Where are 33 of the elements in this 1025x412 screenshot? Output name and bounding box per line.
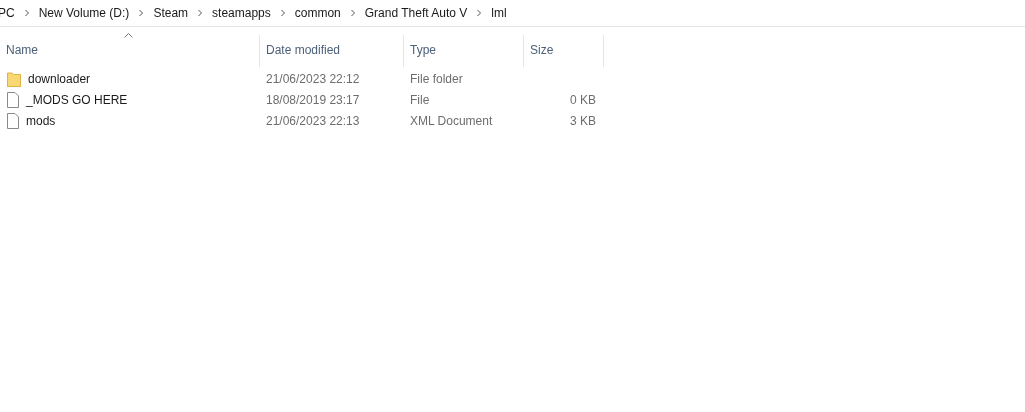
date-cell: 21/06/2023 22:12 [266,71,360,86]
breadcrumb-item[interactable]: steamapps [212,4,271,22]
column-header[interactable]: Type [404,35,524,67]
column-header[interactable]: Name [0,35,260,67]
file-name: downloader [28,70,91,88]
chevron-icon [349,9,356,17]
type-cell: File [410,92,430,107]
type-cell: XML Document [410,113,493,128]
date-cell: 18/08/2019 23:17 [266,92,360,107]
type-cell: File folder [410,71,463,86]
chevron-icon [138,9,145,17]
file-name: _MODS GO HERE [26,91,128,109]
column-header[interactable]: Size [524,35,604,67]
chevron-icon [476,9,483,17]
breadcrumb-item[interactable]: Grand Theft Auto V [364,4,468,22]
breadcrumb-item[interactable]: lml [491,4,507,22]
size-cell: 0 KB [570,92,596,107]
size-cell: 3 KB [570,113,596,128]
folder-icon [7,70,21,87]
column-header[interactable]: Date modified [260,35,404,67]
breadcrumb-item[interactable]: common [294,4,341,22]
breadcrumb-item[interactable]: New Volume (D:) [38,4,130,22]
breadcrumb-item[interactable]: Steam [153,4,189,22]
chevron-icon [197,9,204,17]
file-icon [7,112,19,129]
chevron-icon [23,9,30,17]
file-row[interactable]: _MODS GO HERE 18/08/2019 23:17 File 0 KB [0,89,1025,110]
file-icon [7,91,19,108]
file-name: mods [26,112,56,130]
date-cell: 21/06/2023 22:13 [266,113,360,128]
chevron-icon [279,9,286,17]
file-row[interactable]: mods 21/06/2023 22:13 XML Document 3 KB [0,110,1025,131]
file-row[interactable]: downloader 21/06/2023 22:12 File folder [0,68,1025,89]
